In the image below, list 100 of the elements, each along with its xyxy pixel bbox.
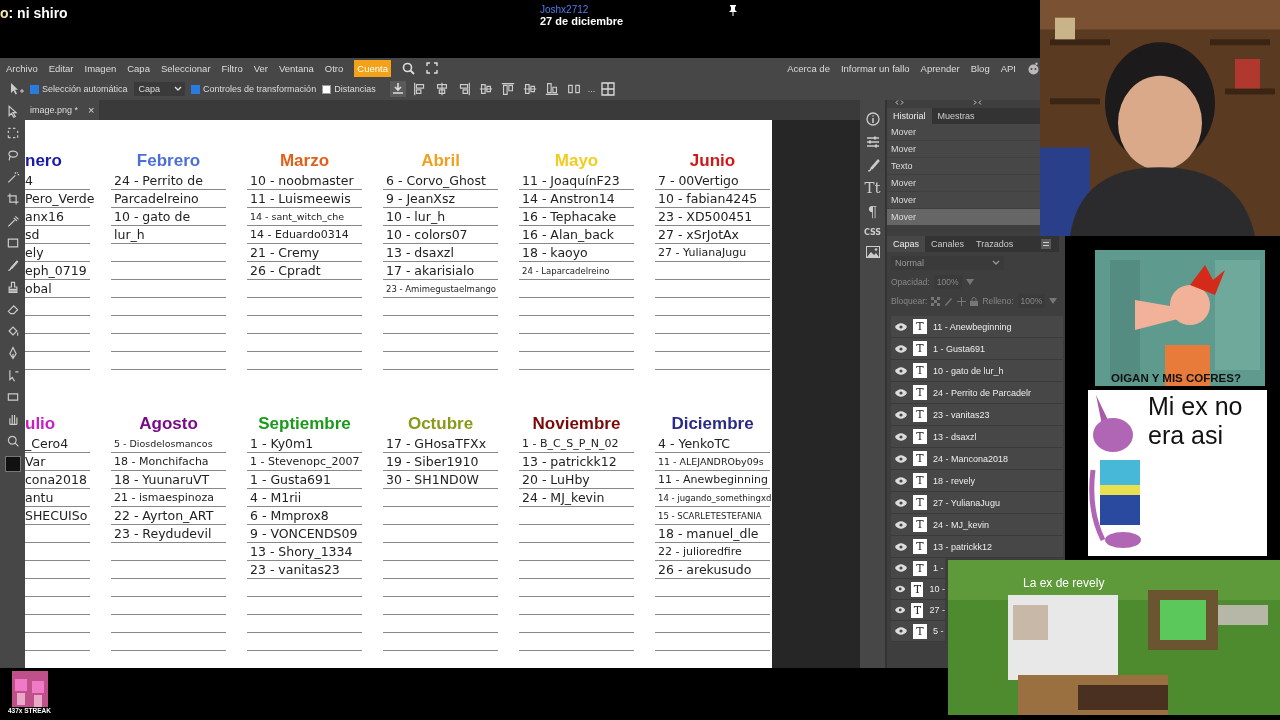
panel-tab[interactable]: Historial bbox=[887, 108, 932, 124]
layer-row[interactable]: T 10 - gato de lur_h bbox=[891, 360, 1063, 382]
eye-icon[interactable] bbox=[895, 454, 907, 463]
search-icon[interactable] bbox=[5, 434, 20, 448]
move-tool-icon[interactable] bbox=[8, 82, 24, 96]
eye-icon[interactable] bbox=[895, 542, 907, 551]
history-item[interactable]: Mover bbox=[887, 141, 1042, 158]
checkbox[interactable]: Selección automática bbox=[30, 84, 128, 94]
checkbox[interactable]: Distancias bbox=[322, 84, 376, 94]
menu-item[interactable]: Filtro bbox=[221, 62, 243, 74]
layer-row[interactable]: T 13 - dsaxzl bbox=[891, 426, 1063, 448]
move-icon[interactable] bbox=[957, 296, 967, 306]
layer-row[interactable]: T 27 - bbox=[891, 600, 945, 621]
dropper-icon[interactable] bbox=[5, 214, 20, 228]
expand-icon[interactable] bbox=[895, 100, 904, 105]
layer-row[interactable]: T 18 - revely bbox=[891, 470, 1063, 492]
menu-item[interactable]: Capa bbox=[127, 62, 150, 74]
info-icon[interactable] bbox=[865, 112, 880, 126]
menu-item[interactable]: Ventana bbox=[278, 62, 314, 74]
eye-icon[interactable] bbox=[895, 627, 907, 635]
eye-icon[interactable] bbox=[895, 520, 907, 529]
history-item[interactable]: Texto bbox=[887, 158, 1042, 175]
collapse-icon[interactable] bbox=[973, 100, 982, 105]
panel-tab[interactable]: Canales bbox=[925, 236, 971, 252]
menu-item[interactable]: Imagen bbox=[84, 62, 117, 74]
eraser-icon[interactable] bbox=[5, 302, 20, 316]
eye-icon[interactable] bbox=[895, 564, 907, 572]
birthday-entry: 13 - patrickk12 bbox=[521, 454, 617, 470]
history-item[interactable]: Mover bbox=[887, 124, 1042, 141]
history-item[interactable]: Mover bbox=[887, 192, 1042, 209]
menu-item[interactable]: Otro bbox=[324, 62, 344, 74]
css-icon[interactable]: CSS bbox=[863, 229, 882, 237]
layer-row[interactable]: T 5 - bbox=[891, 621, 945, 642]
brush-icon[interactable] bbox=[5, 258, 20, 272]
eye-icon[interactable] bbox=[895, 322, 907, 331]
panel-tab[interactable]: Muestras bbox=[931, 108, 981, 124]
document-tab[interactable]: image.png * × bbox=[25, 100, 100, 120]
panel-tab[interactable]: Trazados bbox=[970, 236, 1020, 252]
grid-icon[interactable] bbox=[601, 82, 616, 96]
layer-row[interactable]: T 27 - YulianaJugu bbox=[891, 492, 1063, 514]
eye-icon[interactable] bbox=[895, 585, 906, 593]
eye-icon[interactable] bbox=[895, 606, 906, 614]
layer-row[interactable]: T 1 - Gusta691 bbox=[891, 338, 1063, 360]
menu-link[interactable]: API bbox=[1000, 62, 1016, 74]
eye-icon[interactable] bbox=[895, 498, 907, 507]
layer-row[interactable]: T 11 - Anewbeginning bbox=[891, 316, 1063, 338]
stamp-icon[interactable] bbox=[5, 280, 20, 294]
color-swatch-icon[interactable] bbox=[4, 456, 21, 472]
search-icon[interactable] bbox=[401, 61, 415, 75]
image-icon[interactable] bbox=[865, 246, 880, 258]
eye-icon[interactable] bbox=[895, 366, 907, 375]
align-icon[interactable] bbox=[499, 81, 516, 97]
menu-item[interactable]: Editar bbox=[48, 62, 74, 74]
align-icon[interactable] bbox=[477, 81, 494, 97]
eye-icon[interactable] bbox=[895, 410, 907, 419]
birthday-entry: 7 - 00Vertigo bbox=[657, 173, 739, 189]
eye-icon[interactable] bbox=[895, 432, 907, 441]
menu-link[interactable]: Aprender bbox=[920, 62, 960, 74]
blend-mode-select[interactable]: Normal bbox=[891, 256, 1004, 270]
layer-row[interactable]: T 13 - patrickk12 bbox=[891, 536, 1063, 558]
checkbox[interactable]: Controles de transformación bbox=[191, 84, 317, 94]
layer-row[interactable]: T 24 - Perrito de Parcadelr bbox=[891, 382, 1063, 404]
brush-icon[interactable] bbox=[865, 158, 880, 172]
panel-tab[interactable]: Capas bbox=[887, 236, 925, 252]
lock-icon[interactable] bbox=[970, 296, 979, 306]
rectangle-icon[interactable] bbox=[5, 390, 20, 404]
history-item[interactable]: Mover bbox=[887, 175, 1042, 192]
caret-icon[interactable] bbox=[992, 260, 1000, 266]
align-icon[interactable] bbox=[543, 81, 560, 97]
eye-icon[interactable] bbox=[895, 388, 907, 397]
history-item[interactable]: Mover bbox=[887, 209, 1042, 226]
menu-item[interactable]: Archivo bbox=[6, 62, 38, 74]
menu-link[interactable]: Informar un fallo bbox=[840, 62, 910, 74]
menu-link[interactable]: Acerca de bbox=[787, 62, 830, 74]
close-button[interactable]: × bbox=[88, 104, 95, 116]
more-button[interactable]: ... bbox=[587, 84, 596, 94]
align-icon[interactable] bbox=[521, 81, 538, 97]
download-icon[interactable] bbox=[389, 81, 406, 97]
eye-icon[interactable] bbox=[895, 476, 907, 485]
layer-row[interactable]: T 10 - bbox=[891, 579, 945, 600]
fullscreen-icon[interactable] bbox=[425, 62, 438, 74]
checker-icon[interactable] bbox=[931, 296, 941, 306]
sliders-icon[interactable] bbox=[865, 135, 880, 149]
layer-row[interactable]: T 23 - vanitas23 bbox=[891, 404, 1063, 426]
layer-row[interactable]: T 1 - bbox=[891, 558, 945, 579]
wand-icon[interactable] bbox=[5, 170, 20, 184]
menu-icon[interactable] bbox=[1041, 239, 1051, 249]
eye-icon[interactable] bbox=[895, 344, 907, 353]
menu-link[interactable]: Blog bbox=[970, 62, 990, 74]
layer-row[interactable]: T 24 - Mancona2018 bbox=[891, 448, 1063, 470]
layer-select[interactable]: Capa bbox=[133, 82, 186, 96]
lasso-icon[interactable] bbox=[5, 148, 20, 162]
alien-icon[interactable] bbox=[1027, 61, 1040, 75]
crop-icon[interactable] bbox=[5, 192, 20, 206]
menu-item[interactable]: Ver bbox=[253, 62, 268, 74]
menu-item[interactable]: Seleccionar bbox=[160, 62, 211, 74]
paragraph-icon[interactable]: ¶ bbox=[867, 205, 878, 220]
layer-row[interactable]: T 24 - MJ_kevin bbox=[891, 514, 1063, 536]
text-style-icon[interactable]: Tt bbox=[864, 181, 881, 196]
arrow-icon[interactable] bbox=[5, 104, 20, 118]
